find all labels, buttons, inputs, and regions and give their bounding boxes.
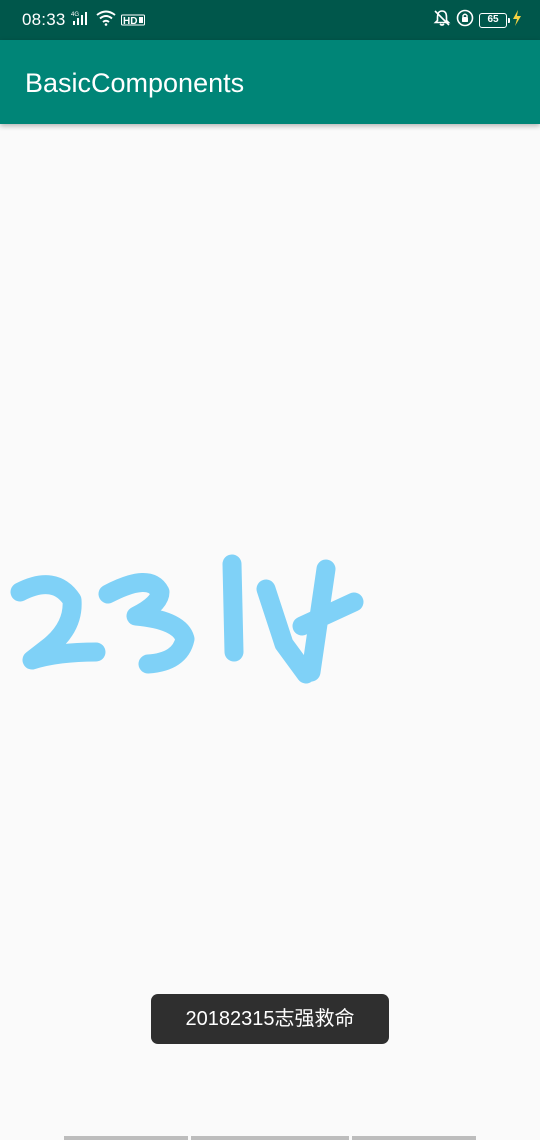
battery-level: 65 [487,13,499,25]
status-right: 65 [433,0,522,40]
hd-icon: HD [120,10,145,31]
nav-recents-button[interactable] [352,1136,476,1140]
handwriting-strokes [10,554,364,684]
status-time: 08:33 [22,10,66,29]
hd-label: HD [123,16,137,26]
app-bar: BasicComponents [0,40,540,124]
drawing-surface [10,554,364,684]
network-type-label: 4G [71,12,79,18]
mute-icon [433,9,451,32]
status-left: 08:33 4G HD [22,0,145,40]
status-bar: 08:33 4G HD 65 [0,0,540,40]
stroke-3 [98,573,195,674]
battery-icon: 65 [479,12,510,28]
nav-back-button[interactable] [64,1136,188,1140]
drawing-canvas[interactable] [0,124,540,1134]
app-title: BasicComponents [25,68,245,98]
wifi-icon [95,10,116,31]
battery-cap [508,17,510,23]
rotation-lock-icon [456,9,474,32]
stroke-2 [10,575,106,670]
charging-icon [512,9,522,32]
stroke-1 [222,554,244,662]
stroke-arrow-right [292,592,364,636]
nav-home-button[interactable] [191,1136,349,1140]
signal-icon: 4G [71,10,91,31]
navigation-bar [0,1134,540,1140]
toast-message: 20182315志强救命 [151,994,389,1044]
